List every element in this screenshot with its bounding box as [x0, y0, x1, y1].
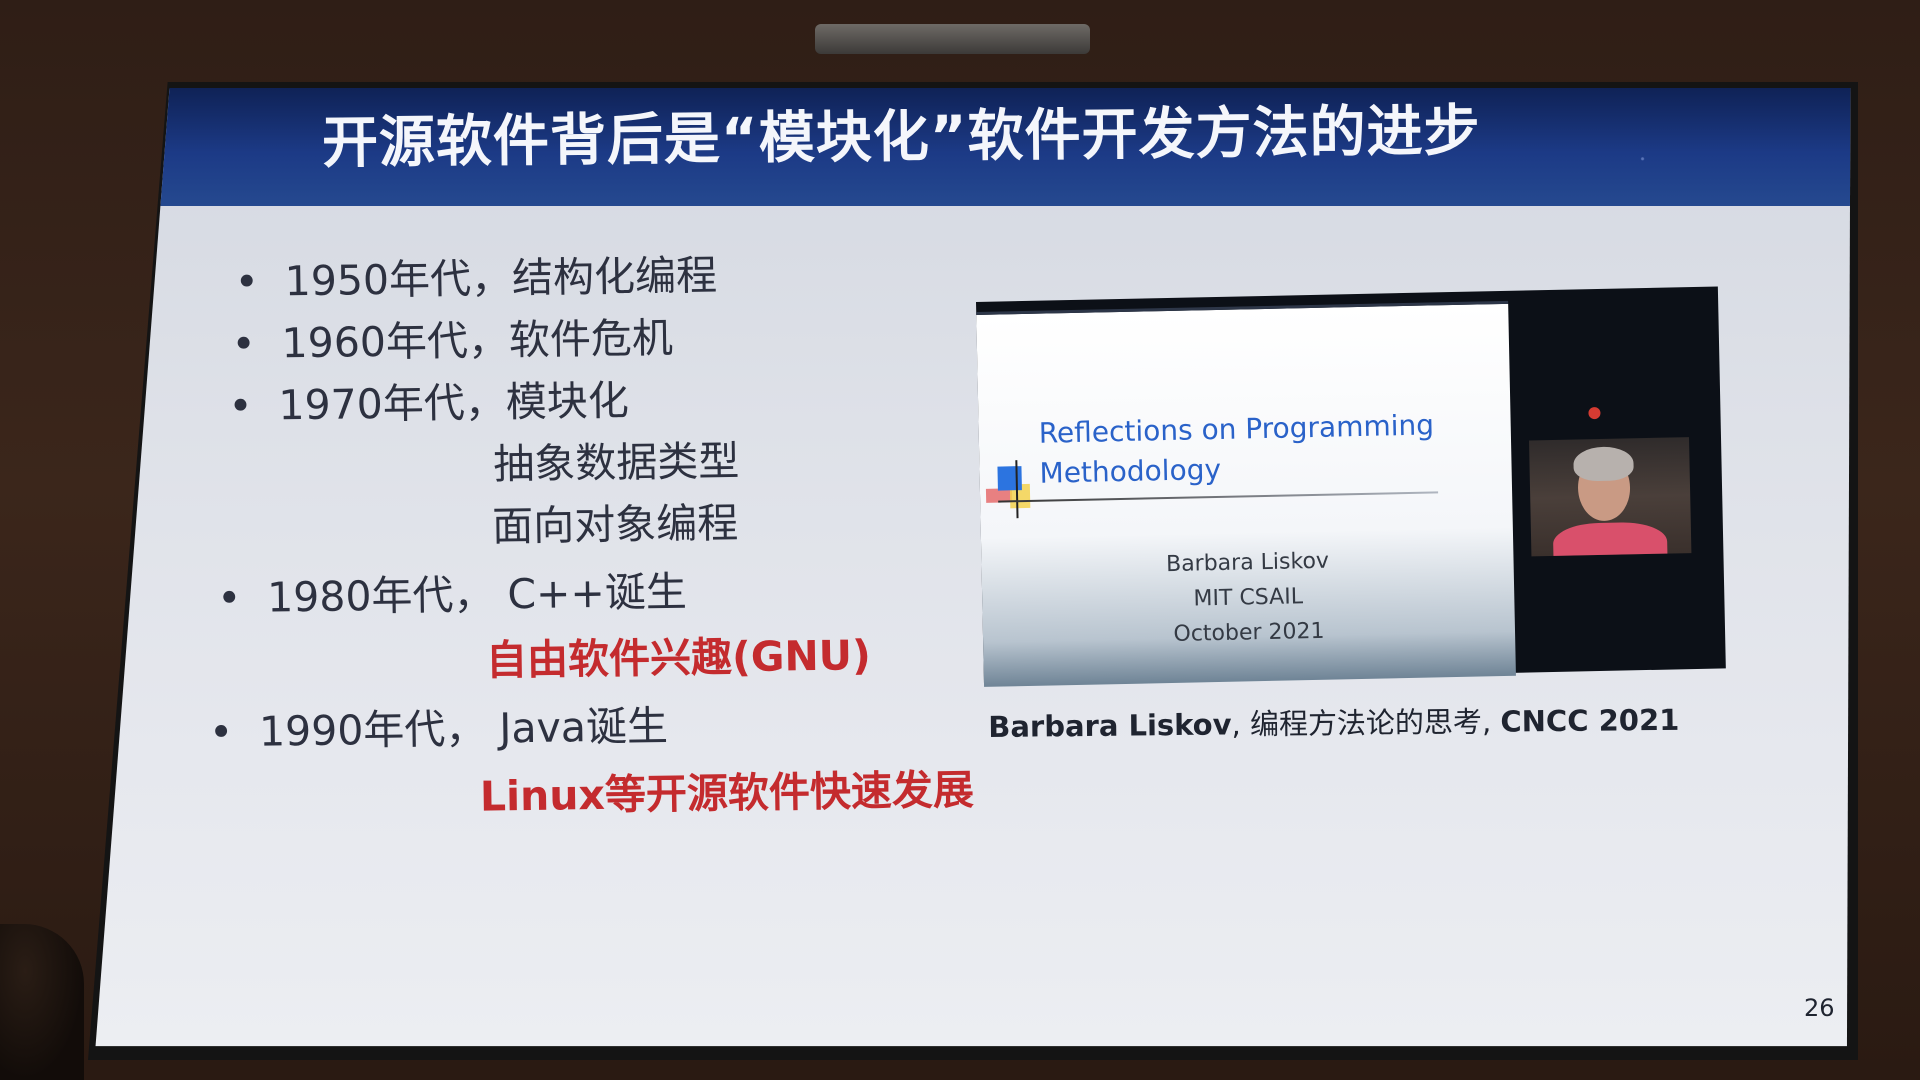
- audience-silhouette: [0, 924, 84, 1080]
- logo-blue-square: [997, 466, 1022, 491]
- timeline-highlight: 自由软件兴趣(GNU): [486, 621, 872, 686]
- caption-topic: 编程方法论的思考: [1249, 704, 1483, 742]
- embedded-video-frame: Reflections on Programming Methodology B…: [976, 286, 1726, 687]
- ceiling-light: [815, 24, 1090, 54]
- timeline-subitem-text: 抽象数据类型: [492, 437, 740, 489]
- timeline-item: • 1970年代，模块化: [228, 367, 629, 433]
- timeline-item-text: 1950年代，结构化编程: [284, 251, 718, 306]
- caption-separator: ,: [1231, 707, 1251, 742]
- caption-separator: ,: [1481, 704, 1501, 739]
- video-slide-title: Reflections on Programming Methodology: [1038, 404, 1500, 494]
- timeline-item-text: 1960年代，软件危机: [281, 313, 674, 368]
- video-slide: Reflections on Programming Methodology B…: [976, 300, 1516, 687]
- presentation-slide: 开源软件背后是“模块化”软件开发方法的进步 • 1950年代，结构化编程 • 196…: [95, 88, 1851, 1047]
- video-slide-meta: Barbara Liskov MIT CSAIL October 2021: [981, 540, 1515, 656]
- speaker-shoulders: [1552, 521, 1668, 557]
- record-indicator-icon: [1588, 406, 1601, 420]
- timeline-item: • 1960年代，软件危机: [231, 304, 673, 370]
- caption-event: CNCC 2021: [1500, 702, 1680, 739]
- timeline-subitem: 面向对象编程: [492, 489, 739, 552]
- speaker-webcam: [1529, 437, 1692, 557]
- video-title-line: Methodology: [1039, 452, 1222, 490]
- timeline-item: • 1990年代， Java诞生: [209, 692, 669, 758]
- timeline-highlight: Linux等开源软件快速发展: [479, 756, 975, 823]
- timeline-item: • 1950年代，结构化编程: [234, 241, 717, 308]
- timeline-item-text: 1970年代，模块化: [278, 376, 630, 430]
- timeline-highlight-text: Linux等开源软件快速发展: [479, 765, 975, 821]
- video-caption: Barbara Liskov, 编程方法论的思考, CNCC 2021: [988, 696, 1748, 746]
- caption-speaker: Barbara Liskov: [988, 707, 1232, 744]
- bullet-marker: •: [231, 319, 257, 369]
- timeline-subitem: 抽象数据类型: [493, 427, 740, 490]
- bullet-marker: •: [216, 573, 242, 623]
- page-number: 26: [1804, 994, 1835, 1022]
- speaker-hair: [1573, 446, 1634, 482]
- bullet-marker: •: [234, 257, 260, 307]
- bullet-marker: •: [228, 381, 253, 431]
- timeline-item-text: 1990年代， Java诞生: [258, 702, 669, 756]
- timeline-highlight-text: 自由软件兴趣(GNU): [485, 631, 872, 685]
- timeline-item-text: 1980年代， C++诞生: [266, 567, 688, 622]
- bullet-marker: •: [208, 708, 234, 757]
- timeline-subitem-text: 面向对象编程: [491, 499, 739, 551]
- timeline-item: • 1980年代， C++诞生: [217, 558, 688, 625]
- timeline-list: • 1950年代，结构化编程 • 1960年代，软件危机 • 1970年代，模块化 抽…: [96, 88, 1005, 988]
